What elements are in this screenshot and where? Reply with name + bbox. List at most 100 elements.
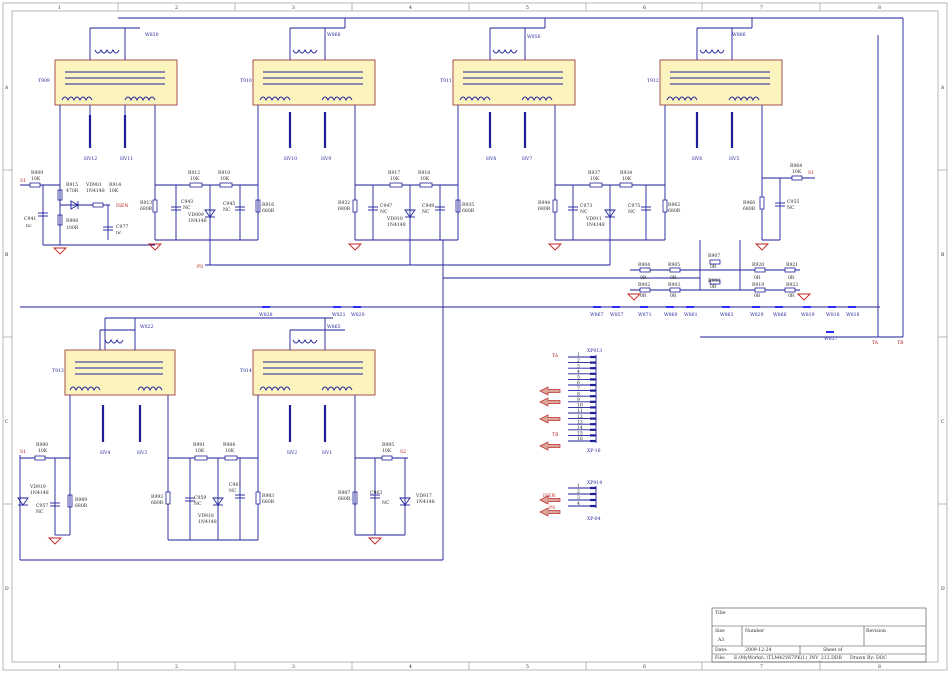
r904-val: 0R [640, 275, 647, 281]
w857-label: W857 [610, 312, 624, 318]
r909-resistor [29, 182, 41, 188]
row-label-d-right: D [941, 586, 945, 592]
zero-ohm-matrix: R904 0R R905 0R R907 0R R920 0R R921 0R … [626, 240, 812, 301]
s1-bottom-net: S1 [20, 449, 26, 455]
xp913-pin-number: 8 [577, 391, 580, 397]
bottom-row-circuits: S1 R990 10K VD919 1N4148 C957 NC R989 68… [17, 442, 435, 545]
c957-val: NC [36, 509, 44, 515]
vd911-val: 1N4148 [586, 222, 605, 228]
r913-ref: R913 [140, 200, 152, 206]
r908-ref: R908 [66, 218, 78, 224]
r993-ref: R993 [151, 494, 163, 500]
r935-val: 680R [462, 208, 475, 214]
hv3-label: HV3 [137, 450, 147, 456]
c959-ref: C959 [194, 495, 206, 501]
hv9-label: HV9 [321, 156, 331, 162]
r984-ref: R984 [223, 442, 235, 448]
vd919-ref: VD919 [29, 484, 46, 490]
hv8-label: HV8 [486, 156, 496, 162]
r920-ref: R920 [752, 262, 764, 268]
r904-ref: R904 [638, 262, 650, 268]
c961-val: NC [229, 488, 237, 494]
col-label-4-bottom: 4 [409, 664, 412, 670]
vd917-val: 1N4148 [416, 499, 435, 505]
r908-val: 100R [66, 225, 79, 231]
r912-val: 10K [190, 176, 200, 182]
r966-ref: R966 [743, 200, 755, 206]
hv5-label: HV5 [729, 156, 739, 162]
xp913-pin-number: 13 [577, 419, 583, 425]
col-label-8: 8 [878, 5, 881, 11]
hv11-label: HV11 [120, 156, 133, 162]
t909-jumper: W830 [145, 32, 159, 38]
r921-ref: R921 [786, 262, 798, 268]
title-label: Title [715, 610, 726, 616]
w819-label: W819 [801, 312, 815, 318]
c949-ref: C949 [422, 203, 434, 209]
xp914-ps-label: PS [549, 505, 555, 511]
r912-ref: R912 [188, 170, 200, 176]
c963-val: NC [382, 500, 390, 506]
r987-val: 680R [338, 496, 351, 502]
xp913-pin-number: 15 [577, 431, 583, 437]
c941-ref: C941 [24, 216, 36, 222]
connector-xp914[interactable]: XP914 XP-04 1234 ISEN PS [539, 480, 602, 522]
title-block: Title Size A3 Number Revision Date: 2009… [711, 607, 927, 663]
xp914-isen-label: ISEN [543, 493, 555, 499]
col-label-2-bottom: 2 [175, 664, 178, 670]
r903-ref: R903 [668, 282, 680, 288]
xp913-pin-number: 9 [577, 397, 580, 403]
xp913-tb-label: TB [552, 432, 559, 438]
r909-ref: R909 [31, 170, 43, 176]
xp914-pin-list: 1234 [539, 483, 597, 517]
hv10-label: HV10 [284, 156, 297, 162]
r907-ref: R907 [708, 253, 720, 259]
col-label-3-bottom: 3 [292, 664, 295, 670]
r915-val: 470R [66, 188, 79, 194]
r983-val: 680R [262, 499, 275, 505]
c941-val: nc [26, 224, 32, 229]
jumper-row: W828 W821 W820 W867 W857 W871 W860 W861 … [259, 306, 904, 346]
c955-ref: C955 [787, 199, 799, 205]
hv1-label: HV1 [322, 450, 332, 456]
row-label-b-right: B [941, 252, 945, 258]
w828-label: W828 [259, 312, 273, 318]
vd910-val: 1N4148 [387, 222, 406, 228]
c977-val: nc [116, 231, 122, 236]
r983-ref: R983 [262, 493, 274, 499]
xp913-pin-number: 14 [577, 425, 583, 431]
w863-label: W863 [720, 312, 734, 318]
c945-ref: C945 [223, 201, 235, 207]
c947-val: NC [380, 209, 388, 215]
hv4-label: HV4 [100, 450, 110, 456]
hv12-label: HV12 [84, 156, 97, 162]
connector-xp913[interactable]: XP913 XP-16 12345678910111213141516 TA T… [539, 348, 602, 454]
r944-ref: R944 [538, 200, 550, 206]
c961-ref: C961 [229, 482, 241, 488]
c959-val: NC [194, 501, 202, 507]
date-label: Date: [715, 647, 728, 653]
r905-ref: R905 [668, 262, 680, 268]
vd911-ref: VD911 [585, 216, 602, 222]
r990-ref: R990 [36, 442, 48, 448]
r916-val: 680R [262, 208, 275, 214]
tb-net-label: TB [897, 340, 904, 346]
row-label-a-right: A [940, 85, 945, 91]
col-label-5: 5 [526, 5, 529, 11]
r944-val: 680R [538, 206, 551, 212]
r907-val: 0R [710, 264, 717, 270]
r910-val: 10K [220, 176, 230, 182]
c955-val: NC [787, 205, 795, 211]
r966-val: 680R [743, 206, 756, 212]
hv6-label: HV6 [692, 156, 702, 162]
xp913-pin-number: 16 [577, 436, 583, 442]
xp913-pin-number: 2 [577, 358, 580, 364]
vd909-val: 1N4148 [188, 218, 207, 224]
r919-ref: R919 [752, 282, 764, 288]
vd901-ref: VD901 [85, 182, 102, 188]
isen-top-net: ISEN [116, 203, 128, 209]
r902-val: 0R [640, 293, 647, 299]
xp913-ref: XP913 [587, 348, 602, 354]
r934-ref: R934 [620, 170, 632, 176]
xp913-pin-number: 4 [577, 369, 580, 375]
